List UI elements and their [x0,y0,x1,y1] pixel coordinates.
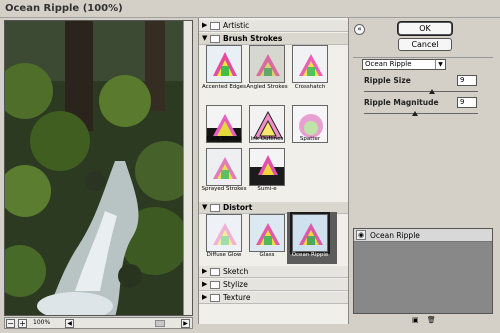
category-stylize[interactable]: ▶ Stylize [199,279,348,291]
preview-vertical-scrollbar[interactable] [183,21,192,315]
ripple-size-input[interactable]: 9 [457,75,477,86]
thumb-label: Sumi-e [257,186,277,192]
folder-icon [210,281,220,289]
horizontal-scroll-thumb[interactable] [155,320,165,327]
preview-image [5,21,185,315]
collapse-toggle-button[interactable]: « [354,24,365,35]
thumb-label: Ocean Ripple [291,252,329,258]
thumb-label: Diffuse Glow [206,252,242,258]
category-artistic[interactable]: ▶ Artistic [199,20,348,32]
chevron-right-icon: ▶ [202,21,208,29]
zoom-level: 100% [33,319,51,326]
filter-select[interactable]: Ocean Ripple ▼ [362,59,446,70]
filter-thumb-angled-strokes[interactable] [249,45,285,83]
effect-layer-name: Ocean Ripple [370,231,420,240]
trash-icon[interactable]: 🗑 [427,316,436,324]
eye-icon[interactable]: ◉ [356,230,366,240]
category-label: Sketch [223,267,249,276]
chevron-down-icon: ▼ [202,203,208,211]
ripple-size-label: Ripple Size [364,76,411,85]
thumb-label: Spatter [299,136,321,142]
ripple-magnitude-slider-thumb[interactable] [412,111,419,116]
window-title: Ocean Ripple (100%) [5,3,123,14]
layer-tools: ▣ 🗑 [412,316,436,324]
thumb-label: Dark Strokes [206,136,242,142]
title-bar: Ocean Ripple (100%) [0,0,500,18]
filter-thumb-sumi-e[interactable] [249,148,285,186]
chevron-right-icon: ▶ [202,293,208,301]
preview-canvas[interactable] [4,20,193,316]
filter-thumb-accented-edges[interactable] [206,45,242,83]
category-label: Texture [223,293,251,302]
ripple-size-slider-thumb[interactable] [429,89,436,94]
filter-thumb-diffuse-glow[interactable] [206,214,242,252]
zoom-out-button[interactable]: − [6,319,15,328]
ripple-magnitude-slider[interactable] [364,113,478,114]
filter-thumb-crosshatch[interactable] [292,45,328,83]
filter-thumb-glass[interactable] [249,214,285,252]
category-label: Stylize [223,280,248,289]
effect-layers-panel: ◉ Ocean Ripple [353,228,493,314]
category-texture[interactable]: ▶ Texture [199,292,348,304]
chevron-right-icon: ▶ [202,280,208,288]
folder-icon [210,35,220,43]
chevron-down-icon: ▼ [202,34,208,42]
ok-button[interactable]: OK [398,22,452,35]
thumb-label: Ink Outlines [250,136,284,142]
scroll-right-button[interactable]: ▶ [181,319,190,328]
chevron-down-icon: ▼ [435,60,445,69]
chevron-right-icon: ▶ [202,267,208,275]
zoom-in-button[interactable]: + [18,319,27,328]
category-brush-strokes[interactable]: ▼ Brush Strokes [199,33,348,45]
ripple-magnitude-input[interactable]: 9 [457,97,477,108]
category-label: Distort [223,203,253,212]
scroll-left-button[interactable]: ◀ [65,319,74,328]
category-sketch[interactable]: ▶ Sketch [199,266,348,278]
filter-thumb-ocean-ripple[interactable] [290,212,330,254]
ripple-magnitude-label: Ripple Magnitude [364,98,439,107]
category-label: Artistic [223,21,250,30]
preview-zoom-bar: − + 100% ◀ ▶ [4,317,193,329]
thumb-label: Accented Edges [201,84,247,90]
divider [353,57,493,58]
thumb-label: Sprayed Strokes [201,186,247,192]
thumb-label: Glass [259,252,275,258]
effect-layer-row[interactable]: ◉ Ocean Ripple [354,229,492,242]
thumb-label: Crosshatch [294,84,326,90]
category-label: Brush Strokes [223,34,283,43]
new-layer-icon[interactable]: ▣ [412,316,419,324]
folder-icon [210,204,220,212]
ripple-size-slider[interactable] [364,91,478,92]
filter-select-value: Ocean Ripple [365,60,412,68]
thumb-label: Angled Strokes [246,84,288,90]
folder-icon [210,268,220,276]
filter-thumb-sprayed-strokes[interactable] [206,148,242,186]
folder-icon [210,294,220,302]
folder-icon [210,22,220,30]
cancel-button[interactable]: Cancel [398,38,452,51]
